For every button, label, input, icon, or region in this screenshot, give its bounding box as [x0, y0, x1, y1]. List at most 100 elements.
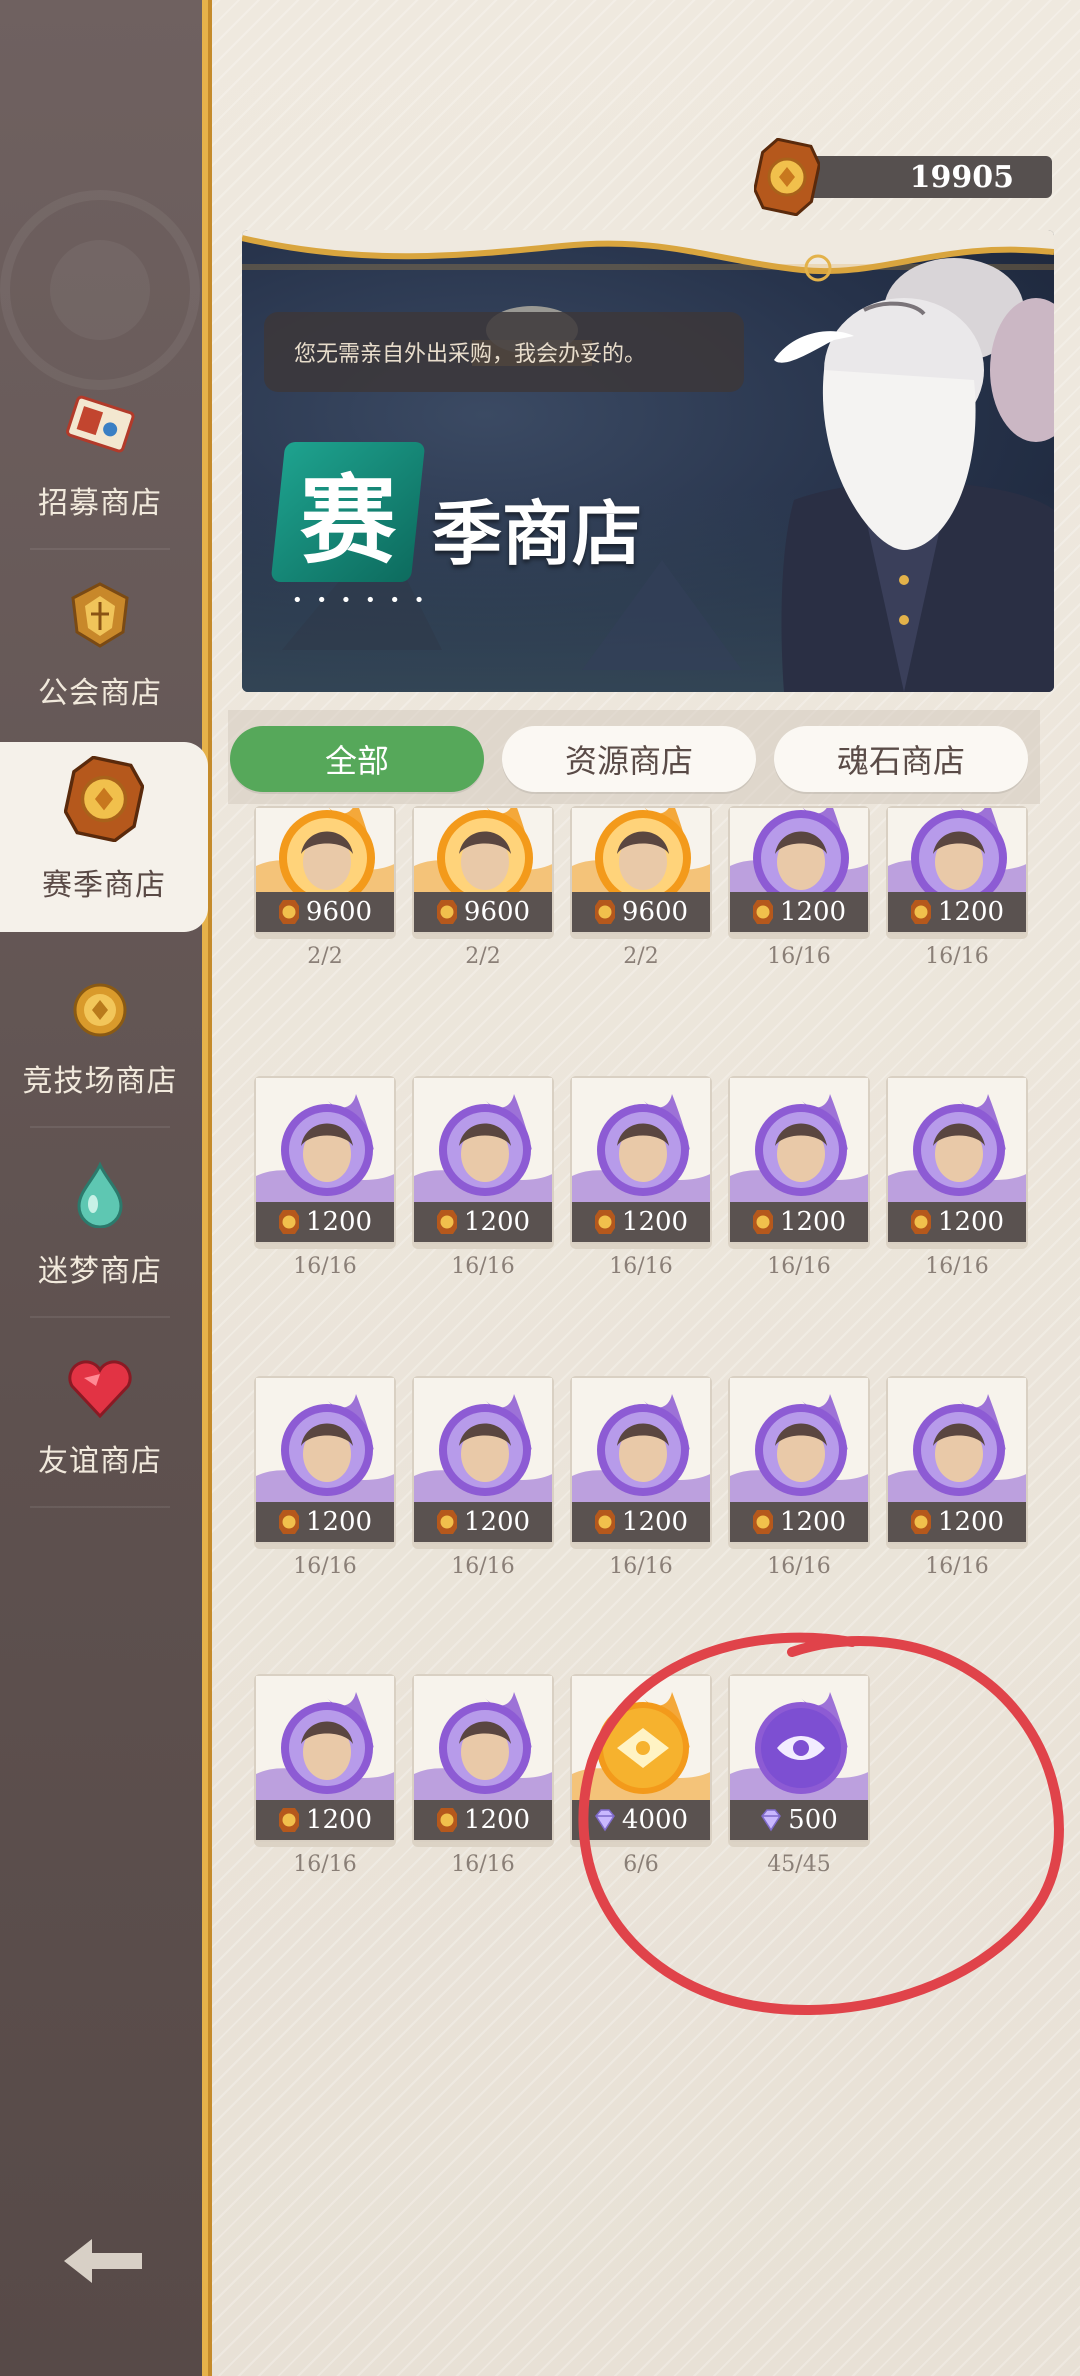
shop-item-card[interactable]: 1200 16/16 [728, 1376, 870, 1579]
npc-speech-bubble: 您无需亲自外出采购，我会办妥的。 [264, 312, 744, 392]
season-coin-icon [278, 900, 299, 924]
shop-item-card[interactable]: 1200 16/16 [886, 806, 1028, 969]
shop-item-card[interactable]: 1200 16/16 [412, 1376, 554, 1579]
item-portrait [730, 1676, 868, 1804]
item-price-value: 1200 [463, 1507, 531, 1537]
season-coin-icon [594, 1210, 615, 1234]
item-stock: 16/16 [609, 1554, 673, 1579]
sidebar-item-recruit-shop[interactable]: 招募商店 [0, 360, 200, 550]
item-portrait [414, 1676, 552, 1804]
season-coin-icon [436, 1808, 457, 1832]
shop-item-card[interactable]: 500 45/45 [728, 1674, 870, 1877]
item-price: 1200 [730, 1502, 868, 1542]
item-art [572, 1676, 710, 1804]
item-portrait [414, 1378, 552, 1506]
shop-item-card[interactable]: 9600 2/2 [570, 806, 712, 969]
item-price-value: 1200 [621, 1507, 689, 1537]
sidebar-item-label: 赛季商店 [42, 868, 166, 903]
divider [30, 1506, 170, 1508]
season-coin-icon [594, 900, 615, 924]
item-stock: 16/16 [451, 1554, 515, 1579]
item-art [256, 1378, 394, 1506]
item-price: 1200 [256, 1202, 394, 1242]
item-price-value: 1200 [621, 1207, 689, 1237]
season-title-dots: • • • • • • [292, 590, 429, 611]
sidebar-item-arena-shop[interactable]: 竞技场商店 [0, 938, 200, 1128]
item-art [256, 808, 394, 896]
shop-item-card[interactable]: 1200 16/16 [886, 1376, 1028, 1579]
item-price: 1200 [888, 892, 1026, 932]
item-price-value: 1200 [937, 1507, 1005, 1537]
tab-all[interactable]: 全部 [230, 726, 484, 792]
item-portrait [888, 1078, 1026, 1206]
season-coin-icon [752, 1510, 773, 1534]
item-price-value: 1200 [305, 1805, 373, 1835]
heart-gem-icon [68, 1360, 132, 1418]
shop-item-card[interactable]: 1200 16/16 [570, 1376, 712, 1579]
arena-coin-icon [73, 983, 127, 1037]
season-shop-banner: 您无需亲自外出采购，我会办妥的。 赛 季商店 • • • • • • [242, 230, 1054, 692]
shop-item-card[interactable]: 9600 2/2 [412, 806, 554, 969]
item-art [414, 1676, 552, 1804]
tab-soulstone-shop[interactable]: 魂石商店 [774, 726, 1028, 792]
sidebar-item-dream-shop[interactable]: 迷梦商店 [0, 1128, 200, 1318]
season-coin-icon [910, 1210, 931, 1234]
item-art [888, 808, 1026, 896]
item-stock: 2/2 [623, 944, 659, 969]
item-art [572, 1378, 710, 1506]
season-coin-icon [752, 900, 773, 924]
back-arrow-icon[interactable] [58, 2231, 148, 2291]
item-art [730, 808, 868, 896]
shop-item-card[interactable]: 9600 2/2 [254, 806, 396, 969]
item-portrait [572, 1078, 710, 1206]
shop-item-card[interactable]: 1200 16/16 [412, 1674, 554, 1877]
sidebar: 招募商店 公会商店 赛季商店 竞技场商店 迷梦商店 友谊商店 [0, 0, 208, 2376]
item-art [414, 808, 552, 896]
shop-item-card[interactable]: 4000 6/6 [570, 1674, 712, 1877]
item-price-value: 1200 [937, 897, 1005, 927]
item-art [414, 1378, 552, 1506]
item-stock: 16/16 [925, 1554, 989, 1579]
tab-resource-shop[interactable]: 资源商店 [502, 726, 756, 792]
season-coin-icon [64, 756, 144, 842]
shop-item-card[interactable]: 1200 16/16 [412, 1076, 554, 1279]
item-portrait [730, 808, 868, 896]
shop-item-card[interactable]: 1200 16/16 [570, 1076, 712, 1279]
sidebar-item-friendship-shop[interactable]: 友谊商店 [0, 1318, 200, 1508]
item-stock: 16/16 [767, 1554, 831, 1579]
sidebar-item-label: 招募商店 [38, 486, 162, 521]
item-portrait [730, 1378, 868, 1506]
item-price: 500 [730, 1800, 868, 1840]
item-stock: 16/16 [293, 1554, 357, 1579]
diamond-icon [761, 1809, 782, 1832]
item-price: 1200 [572, 1502, 710, 1542]
shop-item-card[interactable]: 1200 16/16 [728, 1076, 870, 1279]
item-price-value: 1200 [305, 1207, 373, 1237]
item-portrait [888, 1378, 1026, 1506]
item-portrait [572, 1378, 710, 1506]
item-art [572, 808, 710, 896]
item-art [730, 1676, 868, 1804]
item-stock: 16/16 [609, 1254, 673, 1279]
item-portrait [730, 1078, 868, 1206]
shop-item-card[interactable]: 1200 16/16 [728, 806, 870, 969]
season-title-badge-char: 赛 [300, 463, 396, 577]
item-stock: 2/2 [307, 944, 343, 969]
item-portrait [256, 1676, 394, 1804]
shop-item-card[interactable]: 1200 16/16 [254, 1674, 396, 1877]
shop-item-card[interactable]: 1200 16/16 [886, 1076, 1028, 1279]
season-coin-icon [278, 1210, 299, 1234]
season-title-badge: 赛 [270, 442, 426, 582]
item-portrait [256, 1378, 394, 1506]
season-coin-icon [436, 900, 457, 924]
item-price: 1200 [256, 1800, 394, 1840]
item-price-value: 1200 [463, 1207, 531, 1237]
sidebar-item-guild-shop[interactable]: 公会商店 [0, 550, 200, 740]
item-price: 9600 [572, 892, 710, 932]
shop-item-card[interactable]: 1200 16/16 [254, 1076, 396, 1279]
item-price-value: 4000 [621, 1805, 689, 1835]
item-art [414, 1078, 552, 1206]
shop-item-card[interactable]: 1200 16/16 [254, 1376, 396, 1579]
sidebar-item-label: 公会商店 [38, 676, 162, 711]
sidebar-item-season-shop[interactable]: 赛季商店 [0, 742, 208, 932]
